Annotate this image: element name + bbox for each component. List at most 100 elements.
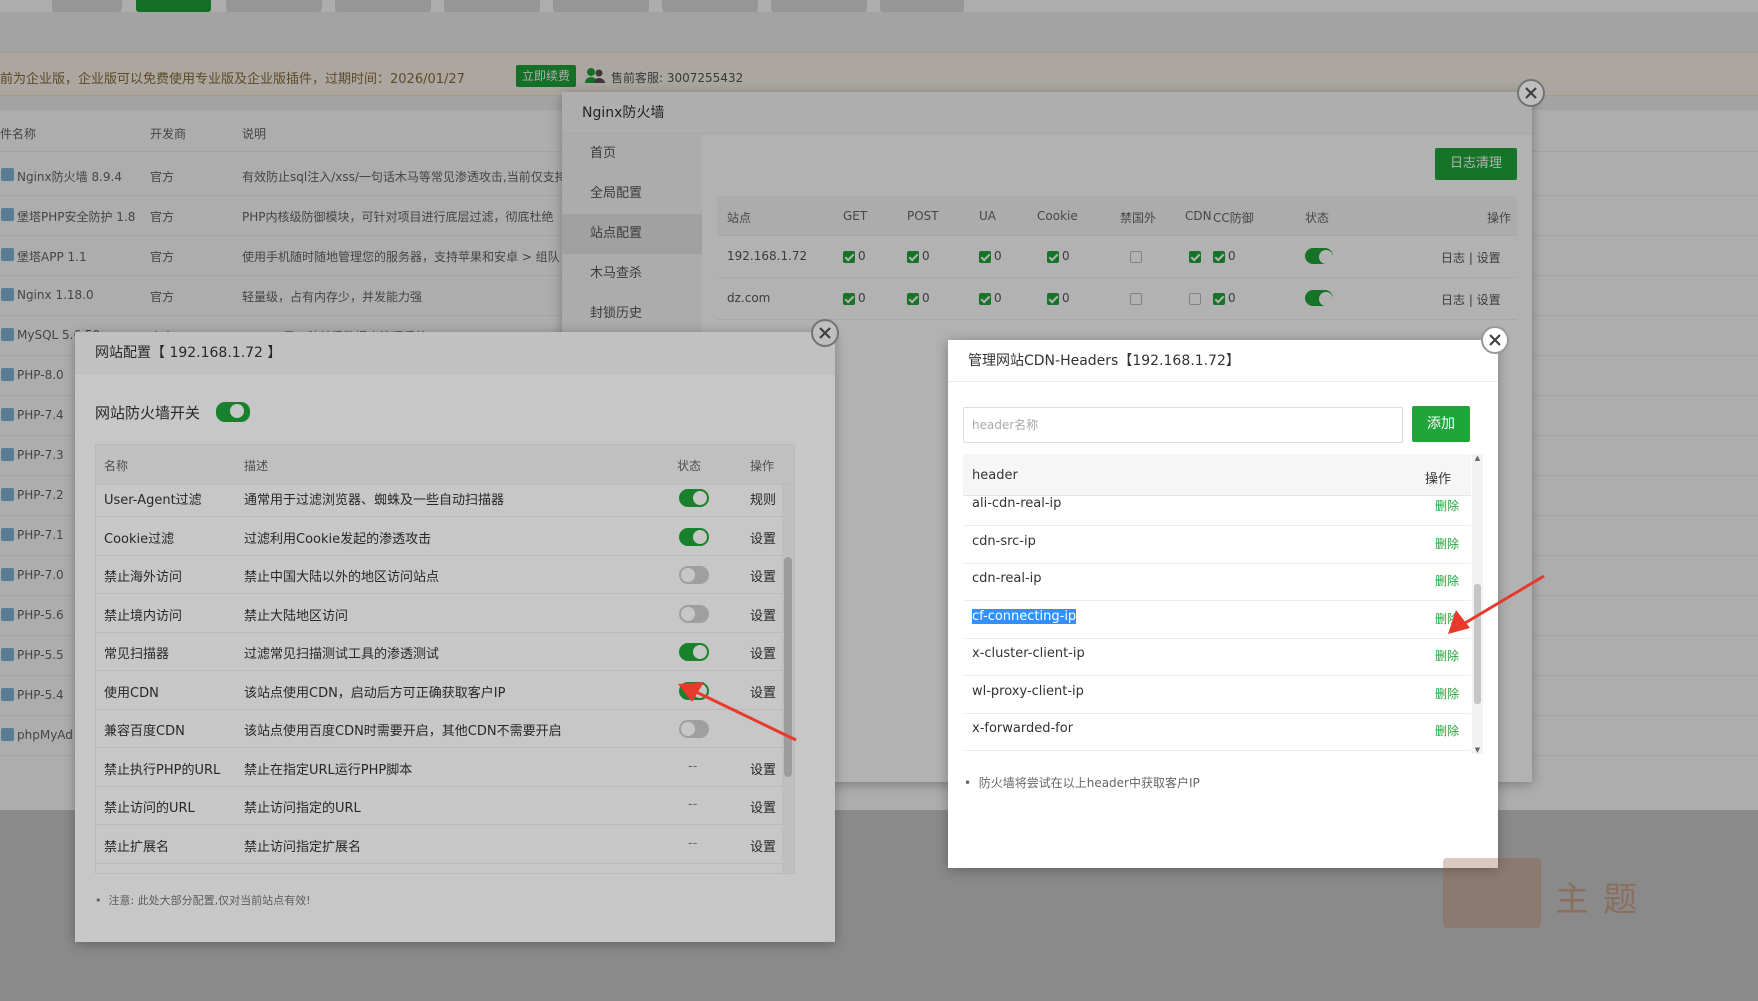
col-post: POST <box>907 209 939 223</box>
table-row: dz.com 0 0 0 0 0 日志 | 设置 <box>717 278 1517 320</box>
get-count: 0 <box>858 291 866 305</box>
post-count: 0 <box>922 291 930 305</box>
col-description: 描述 <box>244 459 269 473</box>
site-modal-close-icon[interactable] <box>811 319 839 347</box>
ua-checkbox[interactable] <box>979 251 991 263</box>
col-actions: 操作 <box>750 459 775 473</box>
rule-action-link[interactable]: 设置 <box>750 682 776 701</box>
cc-count: 0 <box>1228 291 1236 305</box>
modal-title: 网站配置【 192.168.1.72 】 <box>75 332 835 374</box>
rule-name: 禁止执行PHP的URL <box>104 762 221 778</box>
col-site: 站点 <box>727 211 752 225</box>
rule-name: User-Agent过滤 <box>104 493 202 508</box>
col-cc: CC防御 <box>1213 211 1254 225</box>
rule-row: 禁止访问的URL 禁止访问指定的URL -- 设置 <box>96 787 784 825</box>
sidebar-item-home[interactable]: 首页 <box>562 134 702 174</box>
status-toggle[interactable] <box>1305 248 1333 264</box>
get-count: 0 <box>858 249 866 263</box>
rule-action-link[interactable]: 设置 <box>750 605 776 624</box>
header-name: x-forwarded-for <box>972 721 1074 736</box>
sidebar-item-site-config[interactable]: 站点配置 <box>562 214 702 254</box>
delete-header-link[interactable]: 删除 <box>1435 610 1459 627</box>
get-checkbox[interactable] <box>843 251 855 263</box>
col-status: 状态 <box>1305 211 1330 225</box>
block-abroad-checkbox[interactable] <box>1130 293 1142 305</box>
rule-state: -- <box>688 758 698 774</box>
rule-table: 名称 描述 状态 操作 User-Agent过滤 通常用于过滤浏览器、蜘蛛及一些自… <box>95 444 795 874</box>
cdn-checkbox[interactable] <box>1189 251 1201 263</box>
scrollbar-thumb[interactable] <box>784 557 792 777</box>
rule-action-link[interactable]: 设置 <box>750 759 776 778</box>
cdn-header-row: cdn-src-ip 删除 <box>963 522 1471 564</box>
table-header: 名称 描述 状态 操作 <box>96 445 794 485</box>
cdn-checkbox[interactable] <box>1189 293 1201 305</box>
delete-header-link[interactable]: 删除 <box>1435 685 1459 702</box>
scrollbar-thumb[interactable] <box>1474 584 1481 704</box>
rule-action-link[interactable]: 设置 <box>750 566 776 585</box>
col-cdn: CDN <box>1185 209 1212 223</box>
cdn-modal-close-icon[interactable] <box>1481 326 1509 354</box>
cdn-headers-modal: 管理网站CDN-Headers【192.168.1.72】 添加 header … <box>948 340 1498 868</box>
log-settings-links[interactable]: 日志 | 设置 <box>1441 291 1501 308</box>
delete-header-link[interactable]: 删除 <box>1435 722 1459 739</box>
rule-toggle[interactable] <box>679 527 709 546</box>
get-checkbox[interactable] <box>843 293 855 305</box>
cookie-checkbox[interactable] <box>1047 251 1059 263</box>
rule-toggle[interactable] <box>679 604 709 623</box>
block-abroad-checkbox[interactable] <box>1130 251 1142 263</box>
sidebar-item-block-history[interactable]: 封锁历史 <box>562 294 702 334</box>
scroll-up-icon[interactable]: ▲ <box>1473 454 1482 462</box>
col-cookie: Cookie <box>1037 209 1078 223</box>
rule-name: 禁止扩展名 <box>104 839 170 855</box>
rule-toggle[interactable] <box>679 681 709 700</box>
log-clean-button[interactable]: 日志清理 <box>1435 148 1517 180</box>
log-settings-links[interactable]: 日志 | 设置 <box>1441 249 1501 266</box>
header-name: x-cluster-client-ip <box>972 646 1085 661</box>
delete-header-link[interactable]: 删除 <box>1435 535 1459 552</box>
rule-action-link[interactable]: 设置 <box>750 528 776 547</box>
scrollbar[interactable]: ▲ ▼ <box>1472 454 1483 754</box>
rule-action-link[interactable]: 设置 <box>750 836 776 855</box>
header-name-input[interactable] <box>963 407 1403 443</box>
rule-description: 禁止访问指定的URL <box>244 801 361 816</box>
rule-row: 禁止扩展名 禁止访问指定扩展名 -- 设置 <box>96 826 784 864</box>
ua-count: 0 <box>994 291 1002 305</box>
col-block-abroad: 禁国外 <box>1120 211 1157 225</box>
scroll-down-icon[interactable]: ▼ <box>1473 746 1482 754</box>
rule-description: 通常用于过滤浏览器、蜘蛛及一些自动扫描器 <box>244 493 505 508</box>
scrollbar[interactable] <box>782 445 794 873</box>
post-checkbox[interactable] <box>907 293 919 305</box>
site-firewall-toggle[interactable] <box>216 402 250 422</box>
add-header-button[interactable]: 添加 <box>1412 406 1470 442</box>
cookie-checkbox[interactable] <box>1047 293 1059 305</box>
rule-toggle[interactable] <box>679 643 709 661</box>
ua-checkbox[interactable] <box>979 293 991 305</box>
delete-header-link[interactable]: 删除 <box>1435 497 1459 514</box>
nginx-modal-close-icon[interactable] <box>1517 79 1545 107</box>
rule-action-link[interactable]: 规则 <box>750 489 776 508</box>
cc-count: 0 <box>1228 249 1236 263</box>
rule-name: 常见扫描器 <box>104 647 170 662</box>
rule-toggle[interactable] <box>679 720 709 738</box>
rule-action-link[interactable]: 设置 <box>750 643 776 662</box>
sidebar-item-global-config[interactable]: 全局配置 <box>562 174 702 214</box>
rule-state: -- <box>688 835 698 851</box>
rule-description: 禁止在指定URL运行PHP脚本 <box>244 762 413 778</box>
config-note: • 注意: 此处大部分配置,仅对当前站点有效! <box>95 894 311 907</box>
post-checkbox[interactable] <box>907 251 919 263</box>
site-name: 192.168.1.72 <box>727 249 808 263</box>
site-firewall-switch-label: 网站防火墙开关 <box>95 404 201 422</box>
header-name: ali-cdn-real-ip <box>972 496 1062 511</box>
rule-action-link[interactable]: 设置 <box>750 797 776 816</box>
cc-checkbox[interactable] <box>1213 293 1225 305</box>
cdn-note: • 防火墙将尝试在以上header中获取客户IP <box>964 776 1200 790</box>
delete-header-link[interactable]: 删除 <box>1435 647 1459 664</box>
delete-header-link[interactable]: 删除 <box>1435 572 1459 589</box>
sidebar-item-trojan-scan[interactable]: 木马查杀 <box>562 254 702 294</box>
status-toggle[interactable] <box>1305 290 1333 306</box>
site-name: dz.com <box>727 291 771 305</box>
rule-toggle[interactable] <box>679 489 709 507</box>
rule-toggle[interactable] <box>679 566 709 584</box>
col-ua: UA <box>979 209 996 223</box>
cc-checkbox[interactable] <box>1213 251 1225 263</box>
